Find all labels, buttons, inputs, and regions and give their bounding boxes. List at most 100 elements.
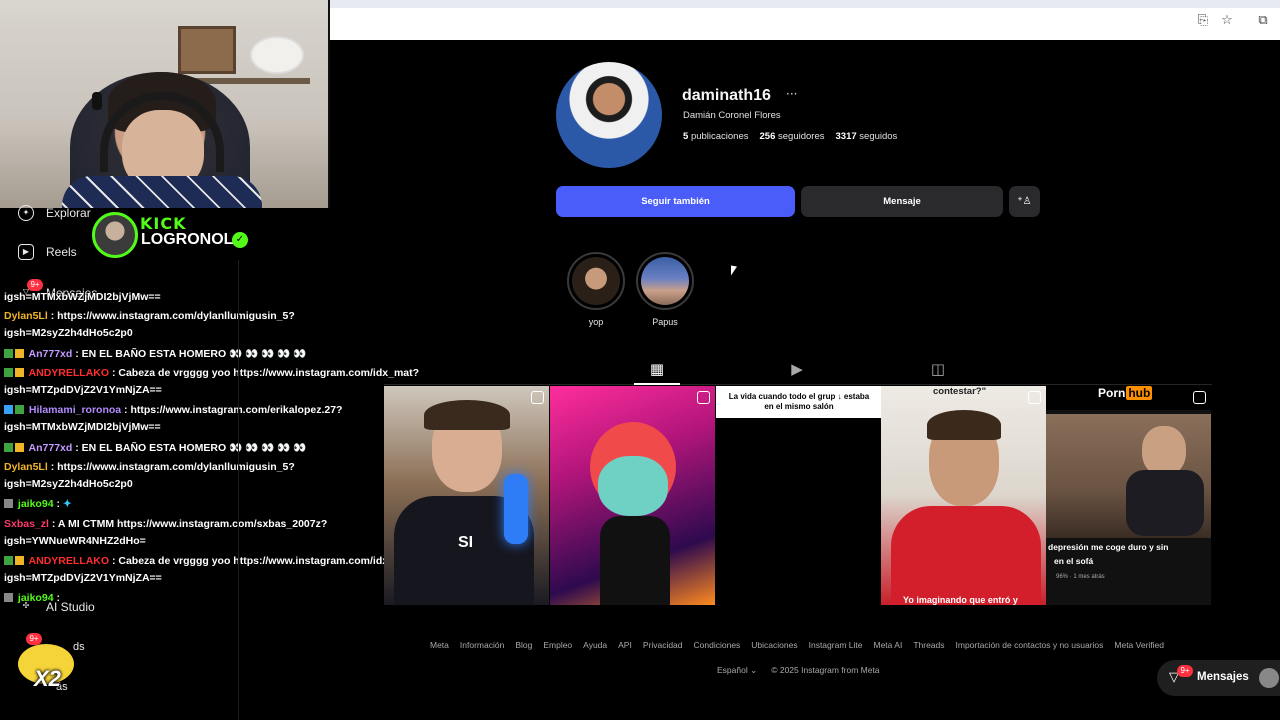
webcam-overlay [0, 0, 330, 208]
post-caption-bottom: depresión me coge duro y sin [1048, 542, 1169, 552]
chat-message: ANDYRELLAKO : Cabeza de vrgggg yoo https… [4, 555, 419, 567]
chat-username: Dylan5Ll [4, 310, 48, 322]
emote-overlay: X2 [14, 640, 78, 696]
footer-link[interactable]: Ayuda [583, 640, 607, 650]
posts-stat: 5 publicaciones [683, 131, 749, 142]
highlight-label: Papus [652, 317, 678, 327]
profile-username: daminath16 [682, 87, 771, 104]
wall-plate [250, 36, 304, 74]
address-bar-strip[interactable] [330, 0, 1280, 8]
sidebar-item-explorar[interactable]: ✦ Explorar [18, 203, 91, 223]
footer-link[interactable]: Privacidad [643, 640, 683, 650]
post-tile[interactable]: contestar?" Yo imaginando que entró y [881, 386, 1046, 605]
chat-message: igsh=YWNueWR4NHZ2dHo= [4, 535, 146, 547]
followers-stat[interactable]: 256 seguidores [760, 131, 825, 142]
active-tab-indicator [634, 383, 680, 385]
streamer-sweater [62, 176, 262, 208]
chat-message: igsh=M2syZ2h4dHo5c2p0 [4, 327, 133, 339]
browser-toolbar: ⎘ ☆ ⧉ [330, 0, 1280, 40]
sidebar-item-label: AI Studio [46, 600, 95, 614]
reel-icon [1193, 391, 1206, 404]
highlight-label: yop [588, 317, 604, 327]
reels-icon[interactable]: ▶ [788, 360, 806, 378]
footer-link[interactable]: Importación de contactos y no usuarios [956, 640, 1104, 650]
wall-photo-frame [178, 26, 236, 74]
footer-link[interactable]: Empleo [543, 640, 572, 650]
sidebar-item-reels[interactable]: ▶ Reels [18, 242, 77, 262]
channel-name: LOGRONOL [141, 231, 234, 248]
chat-message: igsh=MTZpdDVjZ2V1YmNjZA== [4, 572, 162, 584]
ai-studio-icon: ✣ [22, 601, 30, 610]
chat-message: igsh=MTZpdDVjZ2V1YmNjZA== [4, 384, 162, 396]
verified-icon: ✓ [232, 232, 248, 248]
highlight-papus[interactable]: Papus [635, 252, 695, 327]
language-select[interactable]: Español ⌄ [717, 665, 757, 676]
footer-link[interactable]: Instagram Lite [809, 640, 863, 650]
chat-username: Sxbas_zl [4, 518, 49, 530]
extensions-icon[interactable]: ⧉ [1256, 14, 1270, 28]
copyright: © 2025 Instagram from Meta [771, 665, 880, 675]
chat-message: Dylan5Ll : https://www.instagram.com/dyl… [4, 310, 295, 322]
following-stat[interactable]: 3317 seguidos [836, 131, 898, 142]
tagged-icon[interactable]: ◫ [929, 360, 947, 378]
profile-full-name: Damián Coronel Flores [683, 110, 781, 121]
footer-link[interactable]: Información [460, 640, 504, 650]
post-caption: SI [458, 534, 474, 551]
profile-avatar[interactable] [556, 62, 662, 168]
chat-username: jaiko94 [17, 498, 54, 510]
post-caption: La vida cuando todo el grup ↓ estaba en … [728, 392, 870, 411]
chat-message: An777xd : EN EL BAÑO ESTA HOMERO 👀 👀 👀 👀… [4, 441, 306, 454]
chat-username: An777xd [28, 442, 73, 454]
chat-message: Hilamami_roronoa : https://www.instagram… [4, 404, 342, 416]
post-tile[interactable]: SI [384, 386, 549, 605]
mouse-cursor [731, 265, 737, 277]
post-tile[interactable]: Porn hub depresión me coge duro y sin en … [1046, 386, 1211, 605]
post-meta: 96% · 1 mes atrás [1056, 574, 1105, 580]
avatar [1259, 668, 1279, 688]
footer-link[interactable]: Meta Verified [1114, 640, 1164, 650]
follow-button[interactable]: Seguir también [556, 186, 795, 217]
footer-link[interactable]: Meta AI [873, 640, 902, 650]
footer-link[interactable]: Condiciones [694, 640, 741, 650]
footer-link[interactable]: Blog [515, 640, 532, 650]
reel-icon [1028, 391, 1041, 404]
post-tile[interactable]: La vida cuando todo el grup ↓ estaba en … [716, 386, 881, 605]
post-tile[interactable] [550, 386, 715, 605]
footer-link[interactable]: Meta [430, 640, 449, 650]
notification-badge: 9+ [1177, 665, 1193, 677]
chat-message: igsh=M2syZ2h4dHo5c2p0 [4, 478, 133, 490]
chat-message: ANDYRELLAKO : Cabeza de vrgggg yoo https… [4, 367, 419, 379]
sidebar-item-ai-studio[interactable]: ✣ AI Studio [18, 597, 95, 617]
post-caption: Porn hub [1098, 386, 1153, 400]
add-person-icon[interactable]: ⁺♙ [1009, 186, 1040, 217]
reels-icon: ▶ [18, 244, 34, 260]
chat-username: An777xd [28, 348, 73, 360]
chat-username: Hilamami_roronoa [28, 404, 122, 416]
reel-icon [697, 391, 710, 404]
profile-stats: 5 publicaciones 256 seguidores 3317 segu… [683, 131, 897, 142]
chat-message: igsh=MTMxbWZjMDI2bjVjMw== [4, 421, 161, 433]
sidebar-divider [238, 260, 239, 720]
messages-pill[interactable]: ▽ 9+ Mensajes [1157, 660, 1280, 696]
footer-link[interactable]: Ubicaciones [751, 640, 797, 650]
chevron-down-icon: ⌄ [750, 665, 758, 675]
footer-link[interactable]: Threads [913, 640, 944, 650]
grid-icon[interactable]: ▦ [648, 360, 666, 378]
chat-message: Sxbas_zl : A MI CTMM https://www.instagr… [4, 518, 328, 530]
notification-badge: 9+ [27, 279, 43, 291]
tabs-divider [384, 384, 1212, 385]
footer-link[interactable]: API [618, 640, 632, 650]
star-icon[interactable]: ☆ [1220, 14, 1234, 28]
chat-message: igsh=MTMxbWZjMDI2bjVjMw== [4, 291, 161, 303]
more-options-icon[interactable]: ··· [786, 87, 797, 101]
message-button[interactable]: Mensaje [801, 186, 1003, 217]
footer-bottom: Español ⌄ © 2025 Instagram from Meta [717, 665, 880, 676]
install-icon[interactable]: ⎘ [1196, 14, 1210, 28]
messages-pill-label: Mensajes [1197, 671, 1249, 683]
chat-message: jaiko94 : ✦ [4, 498, 72, 510]
post-caption-bottom-2: en el sofá [1054, 556, 1094, 566]
compass-icon: ✦ [18, 205, 34, 221]
highlight-yop[interactable]: yop [566, 252, 626, 327]
footer-links: Meta Información Blog Empleo Ayuda API P… [430, 640, 1164, 650]
chat-username: ANDYRELLAKO [28, 555, 110, 567]
